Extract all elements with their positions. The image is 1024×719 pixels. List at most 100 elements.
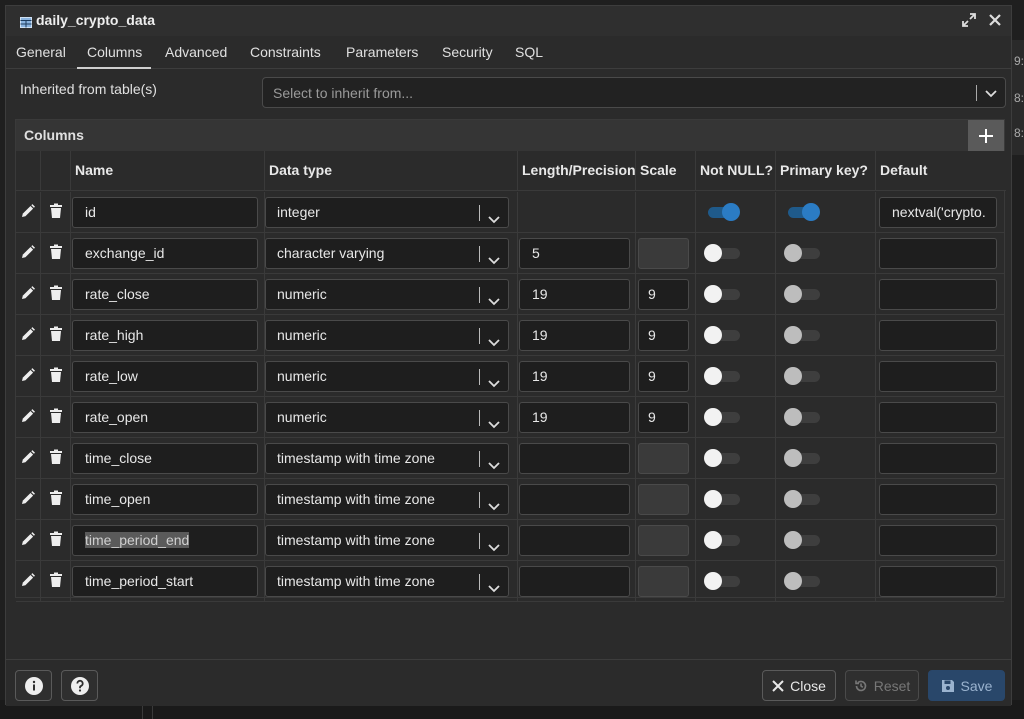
delete-icon[interactable] [49, 285, 63, 304]
scale-input[interactable] [638, 238, 689, 269]
scale-input[interactable] [638, 484, 689, 515]
default-value-input[interactable] [879, 566, 997, 597]
not-null-toggle[interactable] [704, 490, 742, 508]
not-null-toggle[interactable] [704, 449, 742, 467]
edit-icon[interactable] [20, 408, 36, 427]
default-value-input[interactable] [879, 320, 997, 351]
primary-key-toggle[interactable] [784, 531, 822, 549]
delete-icon[interactable] [49, 244, 63, 263]
primary-key-toggle[interactable] [784, 490, 822, 508]
delete-icon[interactable] [49, 367, 63, 386]
column-name-input[interactable]: rate_open [72, 402, 258, 433]
dialog-titlebar[interactable]: daily_crypto_data [6, 6, 1011, 36]
primary-key-toggle[interactable] [784, 326, 822, 344]
edit-icon[interactable] [20, 285, 36, 304]
data-type-select[interactable]: numeric [265, 279, 509, 310]
scale-input[interactable]: 9 [638, 402, 689, 433]
tab-security[interactable]: Security [442, 44, 493, 67]
data-type-select[interactable]: timestamp with time zone [265, 525, 509, 556]
column-name-input[interactable]: rate_high [72, 320, 258, 351]
scale-input[interactable] [638, 566, 689, 597]
delete-icon[interactable] [49, 326, 63, 345]
not-null-toggle[interactable] [704, 531, 742, 549]
data-type-select[interactable]: timestamp with time zone [265, 443, 509, 474]
not-null-toggle[interactable] [704, 408, 742, 426]
tab-advanced[interactable]: Advanced [165, 44, 227, 67]
scale-input[interactable] [638, 443, 689, 474]
delete-icon[interactable] [49, 449, 63, 468]
primary-key-toggle[interactable] [784, 285, 822, 303]
length-input[interactable]: 19 [519, 279, 630, 310]
length-input[interactable] [519, 525, 630, 556]
delete-icon[interactable] [49, 408, 63, 427]
primary-key-toggle[interactable] [784, 408, 822, 426]
edit-icon[interactable] [20, 203, 36, 222]
length-input[interactable]: 5 [519, 238, 630, 269]
data-type-select[interactable]: character varying [265, 238, 509, 269]
not-null-toggle[interactable] [704, 203, 742, 221]
default-value-input[interactable] [879, 361, 997, 392]
inherit-select[interactable]: Select to inherit from... [262, 77, 1006, 108]
primary-key-toggle[interactable] [784, 572, 822, 590]
close-button[interactable]: Close [762, 670, 836, 701]
data-type-select[interactable]: numeric [265, 320, 509, 351]
default-value-input[interactable]: nextval('crypto. [879, 197, 997, 228]
delete-icon[interactable] [49, 531, 63, 550]
edit-icon[interactable] [20, 531, 36, 550]
primary-key-toggle[interactable] [784, 367, 822, 385]
scale-input[interactable]: 9 [638, 361, 689, 392]
not-null-toggle[interactable] [704, 326, 742, 344]
default-value-input[interactable] [879, 525, 997, 556]
edit-icon[interactable] [20, 244, 36, 263]
tab-columns[interactable]: Columns [77, 44, 152, 69]
maximize-icon[interactable] [961, 11, 977, 29]
column-name-input[interactable]: rate_low [72, 361, 258, 392]
column-name-input[interactable]: exchange_id [72, 238, 258, 269]
primary-key-toggle[interactable] [784, 203, 822, 221]
length-input[interactable] [519, 484, 630, 515]
data-type-select[interactable]: timestamp with time zone [265, 484, 509, 515]
default-value-input[interactable] [879, 484, 997, 515]
scale-input[interactable] [638, 525, 689, 556]
not-null-toggle[interactable] [704, 285, 742, 303]
delete-icon[interactable] [49, 203, 63, 222]
edit-icon[interactable] [20, 490, 36, 509]
column-name-input[interactable]: time_close [72, 443, 258, 474]
data-type-select[interactable]: numeric [265, 361, 509, 392]
scale-input[interactable]: 9 [638, 279, 689, 310]
default-value-input[interactable] [879, 238, 997, 269]
delete-icon[interactable] [49, 572, 63, 591]
primary-key-toggle[interactable] [784, 449, 822, 467]
column-name-input[interactable]: time_period_end [72, 525, 258, 556]
not-null-toggle[interactable] [704, 244, 742, 262]
not-null-toggle[interactable] [704, 367, 742, 385]
tab-sql[interactable]: SQL [515, 44, 543, 67]
scale-input[interactable]: 9 [638, 320, 689, 351]
edit-icon[interactable] [20, 326, 36, 345]
close-icon[interactable] [987, 11, 1003, 29]
data-type-select[interactable]: timestamp with time zone [265, 566, 509, 597]
tab-constraints[interactable]: Constraints [250, 44, 321, 67]
data-type-select[interactable]: integer [265, 197, 509, 228]
default-value-input[interactable] [879, 443, 997, 474]
length-input[interactable] [519, 566, 630, 597]
column-name-input[interactable]: time_open [72, 484, 258, 515]
reset-button[interactable]: Reset [845, 670, 919, 701]
column-name-input[interactable]: rate_close [72, 279, 258, 310]
data-type-select[interactable]: numeric [265, 402, 509, 433]
length-input[interactable] [519, 443, 630, 474]
default-value-input[interactable] [879, 402, 997, 433]
delete-icon[interactable] [49, 490, 63, 509]
add-column-button[interactable] [968, 120, 1004, 151]
save-button[interactable]: Save [928, 670, 1005, 701]
tab-general[interactable]: General [16, 44, 66, 67]
not-null-toggle[interactable] [704, 572, 742, 590]
column-name-input[interactable]: id [72, 197, 258, 228]
edit-icon[interactable] [20, 367, 36, 386]
default-value-input[interactable] [879, 279, 997, 310]
info-button[interactable] [15, 670, 52, 701]
length-input[interactable]: 19 [519, 361, 630, 392]
length-input[interactable]: 19 [519, 402, 630, 433]
column-name-input[interactable]: time_period_start [72, 566, 258, 597]
edit-icon[interactable] [20, 572, 36, 591]
